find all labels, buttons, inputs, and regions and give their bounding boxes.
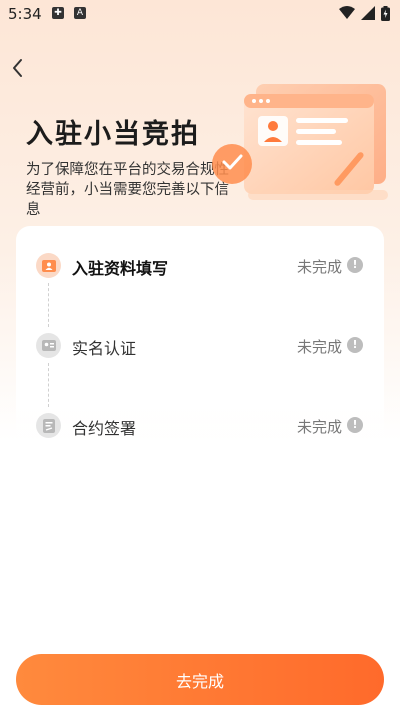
wifi-icon (339, 6, 355, 19)
step-label: 实名认证 (72, 339, 137, 358)
battery-charging-icon (381, 5, 390, 21)
hero-illustration (212, 84, 388, 200)
steps-card: 入驻资料填写 未完成 ! 实名认证 未完成 ! 合约签署 未完成 ! (16, 226, 384, 480)
document-sign-icon (36, 413, 61, 438)
info-icon[interactable]: ! (347, 417, 363, 433)
profile-card-icon (36, 253, 61, 278)
step-connector (48, 363, 49, 407)
info-icon[interactable]: ! (347, 337, 363, 353)
id-card-icon (36, 333, 61, 358)
status-bar: 5:34 ✚ A (0, 0, 400, 28)
page-description: 为了保障您在平台的交易合规性经营前，小当需要您完善以下信息 (26, 162, 229, 218)
step-connector (48, 283, 49, 327)
status-icons (339, 5, 390, 21)
status-time: 5:34 (8, 5, 42, 23)
chevron-left-icon (13, 59, 22, 77)
step-status: 未完成 (296, 258, 342, 276)
step-item-contract[interactable]: 合约签署 未完成 ! (16, 406, 384, 446)
go-complete-button[interactable]: 去完成 (16, 654, 384, 705)
step-item-profile[interactable]: 入驻资料填写 未完成 ! (16, 246, 384, 286)
signal-icon (361, 6, 375, 20)
step-label: 合约签署 (72, 419, 137, 438)
back-button[interactable] (6, 56, 30, 80)
step-label: 入驻资料填写 (72, 259, 169, 278)
info-icon[interactable]: ! (347, 257, 363, 273)
step-status: 未完成 (296, 418, 342, 436)
notification-badge-plus: ✚ (52, 7, 64, 19)
step-status: 未完成 (296, 338, 342, 356)
page-title: 入驻小当竞拍 (26, 119, 200, 150)
step-item-realname[interactable]: 实名认证 未完成 ! (16, 326, 384, 366)
notification-badge-a: A (74, 7, 86, 19)
